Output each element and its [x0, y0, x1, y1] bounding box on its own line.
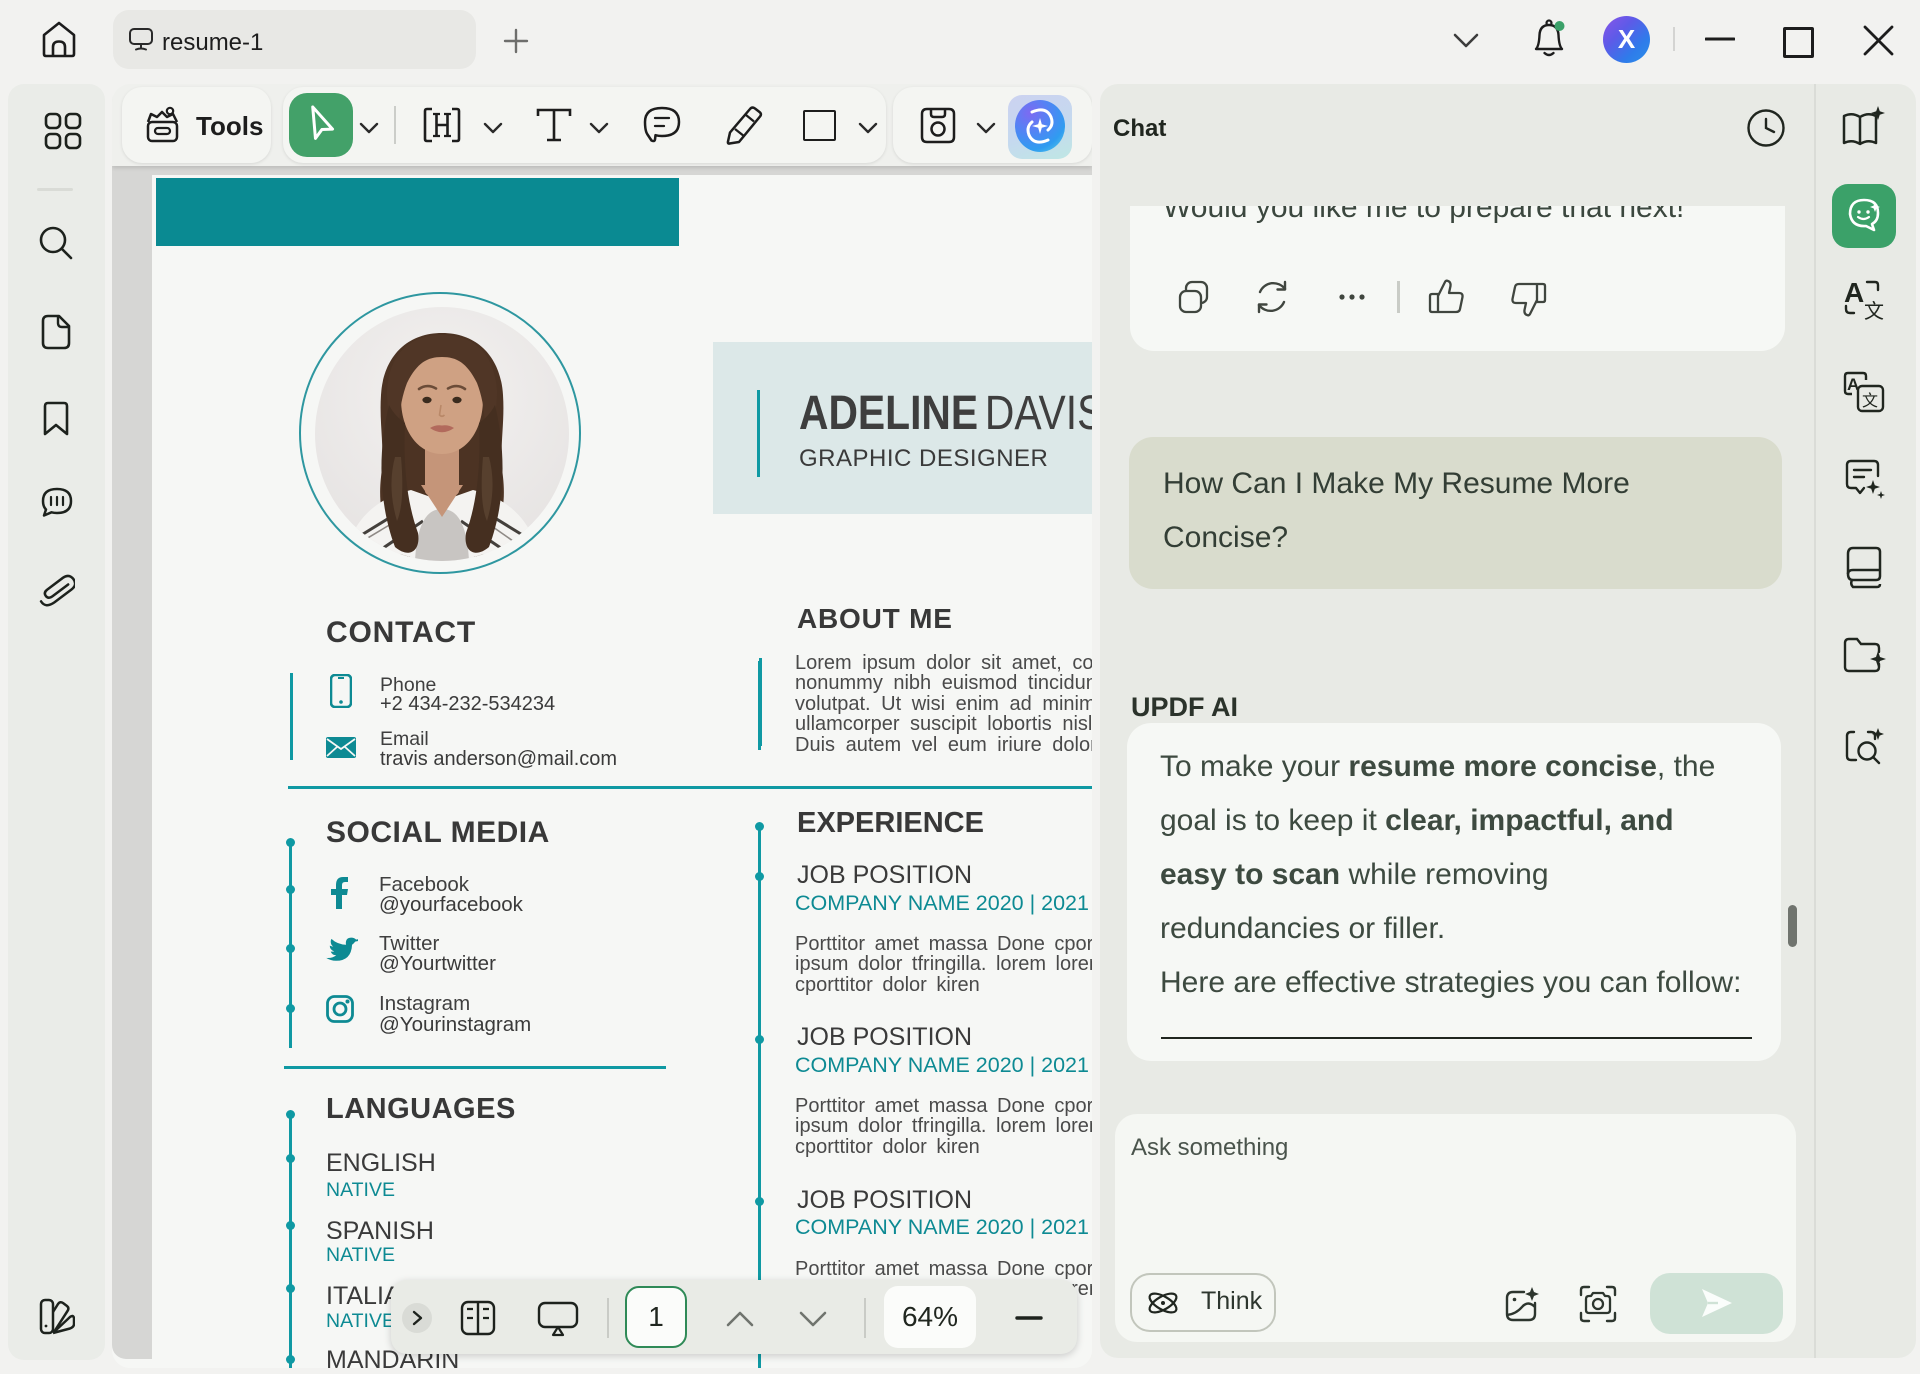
svg-text:A: A — [1847, 375, 1859, 394]
svg-text:A: A — [1844, 277, 1864, 308]
svg-text:文: 文 — [1862, 392, 1878, 410]
svg-text:文: 文 — [1864, 300, 1884, 320]
